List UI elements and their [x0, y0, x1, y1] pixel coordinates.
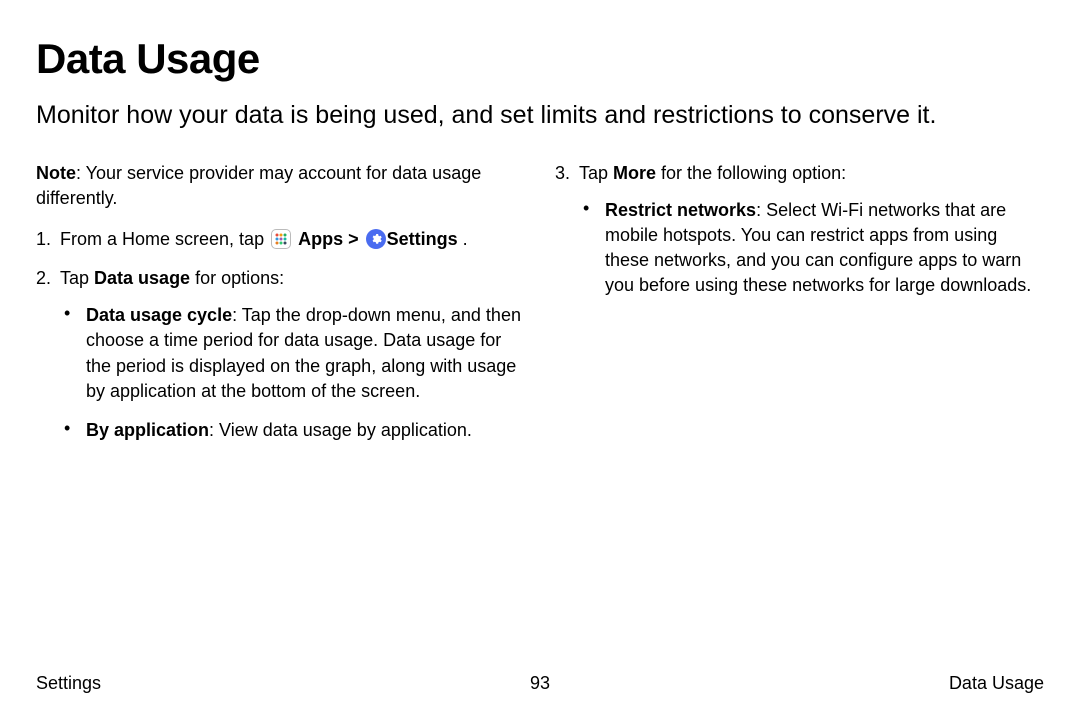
- apps-label: Apps: [298, 229, 343, 249]
- steps-list-left: 1. From a Home screen, tap Apps > Settin…: [36, 227, 525, 457]
- footer-right: Data Usage: [949, 671, 1044, 696]
- step-number: 1.: [36, 227, 60, 252]
- note-text: Note: Your service provider may account …: [36, 161, 525, 211]
- bullet-by-application: By application: View data usage by appli…: [60, 418, 525, 443]
- step-number: 2.: [36, 266, 60, 457]
- bullet-body: Data usage cycle: Tap the drop-down menu…: [86, 303, 525, 404]
- bullet-bold: By application: [86, 420, 209, 440]
- step-2-bullets: Data usage cycle: Tap the drop-down menu…: [60, 303, 525, 443]
- footer-page-number: 93: [530, 671, 550, 696]
- step-2-pre: Tap: [60, 268, 94, 288]
- page-subtitle: Monitor how your data is being used, and…: [36, 99, 976, 133]
- bullet-bold: Restrict networks: [605, 200, 756, 220]
- bullet-bold: Data usage cycle: [86, 305, 232, 325]
- step-1: 1. From a Home screen, tap Apps > Settin…: [36, 227, 525, 252]
- step-3-bold: More: [613, 163, 656, 183]
- bullet-body: By application: View data usage by appli…: [86, 418, 525, 443]
- bullet-data-usage-cycle: Data usage cycle: Tap the drop-down menu…: [60, 303, 525, 404]
- step-1-post: .: [458, 229, 468, 249]
- step-1-sep: >: [343, 229, 364, 249]
- step-2-bold: Data usage: [94, 268, 190, 288]
- right-column: 3. Tap More for the following option: Re…: [555, 161, 1044, 472]
- page-title: Data Usage: [36, 30, 1044, 89]
- step-1-pre: From a Home screen, tap: [60, 229, 269, 249]
- gear-icon: [366, 229, 386, 249]
- left-column: Note: Your service provider may account …: [36, 161, 525, 472]
- step-body: Tap More for the following option: Restr…: [579, 161, 1044, 313]
- bullet-text: : View data usage by application.: [209, 420, 472, 440]
- step-3: 3. Tap More for the following option: Re…: [555, 161, 1044, 313]
- page-footer: Settings 93 Data Usage: [36, 671, 1044, 696]
- content-columns: Note: Your service provider may account …: [36, 161, 1044, 472]
- bullet-body: Restrict networks: Select Wi-Fi networks…: [605, 198, 1044, 299]
- apps-icon: [271, 229, 291, 249]
- note-label: Note: [36, 163, 76, 183]
- step-2: 2. Tap Data usage for options: Data usag…: [36, 266, 525, 457]
- step-2-post: for options:: [190, 268, 284, 288]
- step-3-post: for the following option:: [656, 163, 846, 183]
- step-3-pre: Tap: [579, 163, 613, 183]
- note-body: : Your service provider may account for …: [36, 163, 481, 208]
- step-number: 3.: [555, 161, 579, 313]
- step-3-bullets: Restrict networks: Select Wi-Fi networks…: [579, 198, 1044, 299]
- steps-list-right: 3. Tap More for the following option: Re…: [555, 161, 1044, 313]
- step-body: Tap Data usage for options: Data usage c…: [60, 266, 525, 457]
- settings-label: Settings: [387, 229, 458, 249]
- footer-left: Settings: [36, 671, 101, 696]
- bullet-restrict-networks: Restrict networks: Select Wi-Fi networks…: [579, 198, 1044, 299]
- step-body: From a Home screen, tap Apps > Settings …: [60, 227, 525, 252]
